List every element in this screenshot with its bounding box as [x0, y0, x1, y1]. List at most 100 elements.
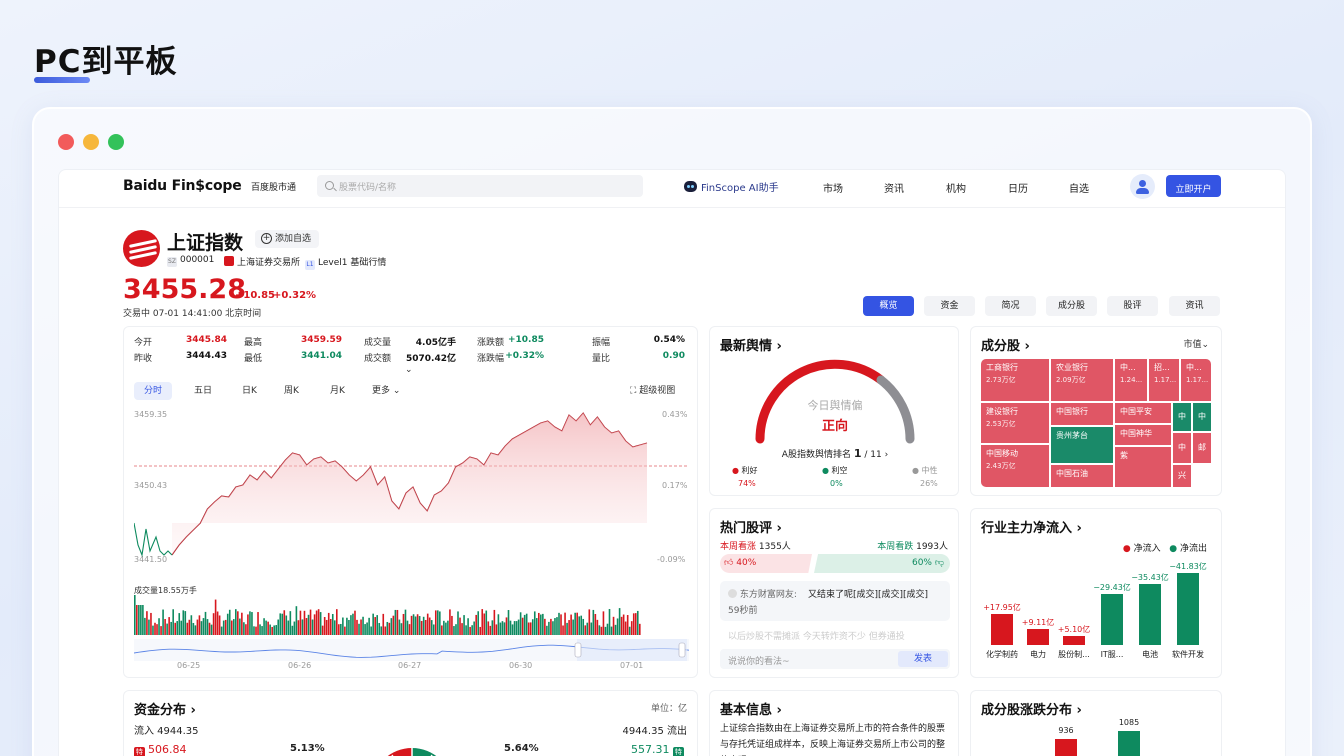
- constituent-cap: 1.17...: [1154, 376, 1177, 384]
- sse-logo-icon: [123, 230, 160, 267]
- quote-value: 4.05亿手: [415, 338, 456, 348]
- market-tag: SZ: [167, 257, 177, 267]
- period-tab-weekly[interactable]: 周K: [284, 382, 299, 400]
- constituent-cell[interactable]: 中国平安: [1115, 403, 1171, 423]
- tab-news[interactable]: 资讯: [1169, 296, 1220, 316]
- constituent-cell[interactable]: 中国移动 2.43万亿: [981, 445, 1049, 487]
- quote-value: 3441.04: [301, 351, 342, 361]
- legend-neutral-pct: 26%: [920, 479, 938, 488]
- window-maximize-dot[interactable]: [108, 134, 124, 150]
- quote-value: 0.54%: [653, 335, 685, 345]
- navigator-strip[interactable]: [134, 639, 689, 661]
- constituent-cell[interactable]: 紫: [1115, 447, 1171, 487]
- quote-value: 3459.59: [301, 335, 342, 345]
- constituent-cell[interactable]: 兴: [1173, 465, 1191, 487]
- constituent-cell[interactable]: 中国银行: [1051, 403, 1113, 425]
- constituent-cell[interactable]: 中... 1.17...: [1181, 359, 1211, 401]
- flow-bar[interactable]: [1101, 594, 1123, 645]
- constituent-name: 贵州茅台: [1056, 431, 1088, 440]
- constituent-cell[interactable]: 中... 1.24...: [1115, 359, 1147, 401]
- constituent-cap: 1.17...: [1186, 376, 1209, 384]
- search-input[interactable]: 股票代码/名称: [317, 175, 643, 197]
- sentiment-rank[interactable]: A股指数舆情排名 1 / 11 ›: [710, 447, 960, 460]
- period-tab-5day[interactable]: 五日: [194, 382, 212, 400]
- sort-dropdown[interactable]: 市值⌄: [1183, 337, 1209, 350]
- period-tab-monthly[interactable]: 月K: [330, 382, 345, 400]
- capital-title[interactable]: 资金分布: [134, 699, 196, 718]
- constituent-cell[interactable]: 工商银行 2.73万亿: [981, 359, 1049, 401]
- distribution-value: 936: [1058, 726, 1074, 736]
- industry-flow-card: 行业主力净流入 ● 净流入 ● 净流出 +17.95亿化学制药+9.11亿电力+…: [970, 508, 1222, 678]
- period-tab-more[interactable]: 更多 ⌄: [372, 382, 400, 400]
- super-view-button[interactable]: ⛶ 超级视图: [630, 382, 675, 400]
- nav-item-calendar[interactable]: 日历: [1008, 180, 1028, 195]
- constituent-cap: 2.53万亿: [986, 420, 1016, 428]
- legend-bearish-pct: 0%: [830, 479, 843, 488]
- nav-item-institutions[interactable]: 机构: [946, 180, 966, 195]
- bull-pct: 👍︎ 40%: [724, 558, 757, 568]
- constituent-name: 中国神华: [1120, 429, 1152, 438]
- sentiment-title[interactable]: 最新舆情: [720, 335, 782, 354]
- period-tab-daily[interactable]: 日K: [242, 382, 257, 400]
- distribution-bar[interactable]: [1055, 739, 1077, 756]
- basic-info-title[interactable]: 基本信息: [720, 699, 782, 718]
- navigator-window: [577, 639, 687, 661]
- window-close-dot[interactable]: [58, 134, 74, 150]
- add-favorite-button[interactable]: 添加自选: [255, 230, 320, 248]
- constituent-cell[interactable]: 中国神华: [1115, 425, 1171, 445]
- expand-quote-icon[interactable]: ⌄: [405, 365, 413, 375]
- tab-profile[interactable]: 简况: [985, 296, 1036, 316]
- rank-total: / 11: [864, 450, 882, 460]
- constituent-cell[interactable]: 中: [1173, 403, 1191, 431]
- flow-bar[interactable]: [1139, 584, 1161, 645]
- legend-bearish: ● 利空: [822, 466, 848, 475]
- constituents-treemap[interactable]: 工商银行 2.73万亿 农业银行 2.09万亿 中... 1.24... 招... 1.17.…: [981, 359, 1211, 487]
- site-logo[interactable]: Baidu Fin$cope: [123, 178, 242, 194]
- send-button[interactable]: 发表: [898, 651, 948, 667]
- flow-bar[interactable]: [991, 614, 1013, 645]
- constituent-cell[interactable]: 中国石油: [1051, 465, 1113, 487]
- tab-overview[interactable]: 概览: [863, 296, 914, 316]
- constituent-name: 中国银行: [1056, 407, 1088, 416]
- intraday-chart[interactable]: [134, 405, 689, 635]
- tab-capital[interactable]: 资金: [924, 296, 975, 316]
- bull-count: 本周看涨 1355人: [720, 542, 791, 552]
- constituents-title[interactable]: 成分股: [981, 335, 1030, 354]
- level-info: L1 Level1 基础行情: [305, 255, 386, 270]
- window-minimize-dot[interactable]: [83, 134, 99, 150]
- constituent-cell[interactable]: 建设银行 2.53万亿: [981, 403, 1049, 443]
- nav-item-watchlist[interactable]: 自选: [1069, 180, 1089, 195]
- comment-user: 东方财富网友:: [728, 587, 797, 600]
- constituent-cell[interactable]: 贵州茅台: [1051, 427, 1113, 463]
- capital-donut: [387, 746, 437, 756]
- comment-input[interactable]: 说说你的看法~ 发表: [720, 649, 950, 669]
- constituent-cell[interactable]: 中: [1173, 433, 1191, 463]
- ai-assistant-link[interactable]: FinScope AI助手: [684, 179, 779, 194]
- constituent-cell[interactable]: 招... 1.17...: [1149, 359, 1179, 401]
- capital-outflow-special: 557.31 特: [631, 743, 684, 756]
- constituent-cell[interactable]: 邮: [1193, 433, 1211, 463]
- constituent-name: 中: [1178, 412, 1186, 421]
- tab-comments[interactable]: 股评: [1107, 296, 1158, 316]
- nav-item-news[interactable]: 资讯: [884, 180, 904, 195]
- price-change: +10.85: [235, 290, 276, 301]
- robot-icon: [684, 181, 697, 192]
- chevron-down-icon: ⌄: [392, 386, 401, 396]
- tab-constituents[interactable]: 成分股: [1046, 296, 1097, 316]
- hot-comments-title[interactable]: 热门股评: [720, 517, 782, 536]
- distribution-bar[interactable]: [1118, 731, 1140, 756]
- period-tab-intraday[interactable]: 分时: [134, 382, 172, 400]
- nav-item-market[interactable]: 市场: [823, 180, 843, 195]
- constituent-cell[interactable]: 中: [1193, 403, 1211, 431]
- flow-bar[interactable]: [1027, 629, 1049, 645]
- price-line-low: [134, 522, 173, 558]
- flow-bar[interactable]: [1063, 636, 1085, 645]
- user-avatar-icon[interactable]: [1130, 174, 1155, 199]
- flow-bar[interactable]: [1177, 573, 1199, 645]
- sort-label: 市值: [1183, 340, 1202, 350]
- comment-item[interactable]: 东方财富网友: 又结束了呢[成交][成交][成交] 59秒前: [720, 581, 950, 621]
- open-account-button[interactable]: 立即开户: [1166, 175, 1221, 197]
- constituent-cell[interactable]: 农业银行 2.09万亿: [1051, 359, 1113, 401]
- sentiment-card: 最新舆情 今日舆情偏 正向 A股指数舆情排名 1 / 11 › ● 利好 74%…: [709, 326, 959, 496]
- level-tag: L1: [305, 260, 315, 270]
